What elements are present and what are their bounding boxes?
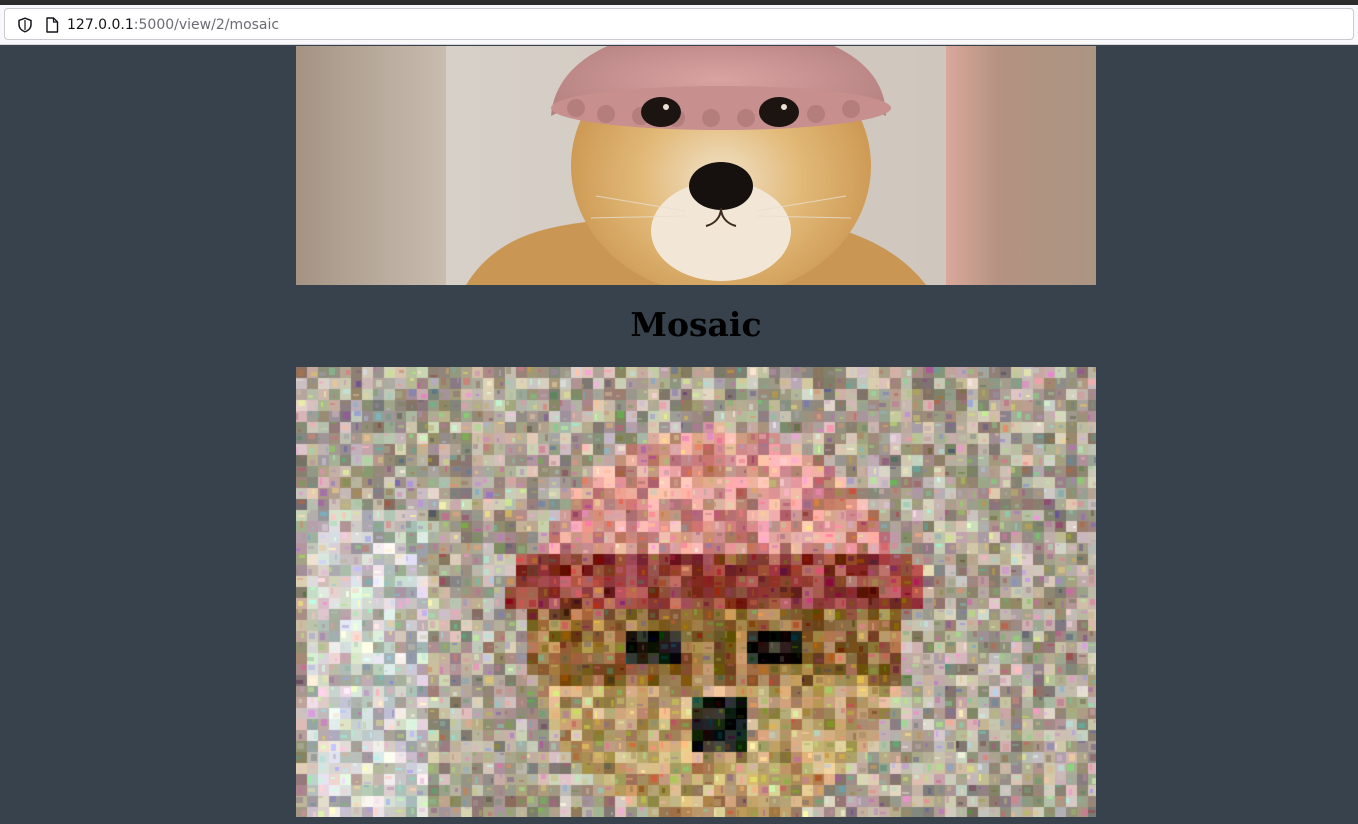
- page-icon: [46, 17, 59, 33]
- page-title: Mosaic: [630, 305, 762, 344]
- dog-photo-illustration: [296, 46, 1096, 285]
- browser-toolbar: 127.0.0.1:5000/view/2/mosaic: [0, 5, 1358, 45]
- url-text[interactable]: 127.0.0.1:5000/view/2/mosaic: [67, 16, 279, 34]
- mosaic-image: [296, 367, 1096, 817]
- address-bar[interactable]: 127.0.0.1:5000/view/2/mosaic: [4, 8, 1354, 40]
- source-photo: [296, 46, 1096, 285]
- shield-icon[interactable]: [17, 17, 33, 33]
- url-host: 127.0.0.1: [67, 17, 134, 33]
- mosaic-canvas: [296, 367, 1096, 817]
- url-path: :5000/view/2/mosaic: [133, 17, 280, 33]
